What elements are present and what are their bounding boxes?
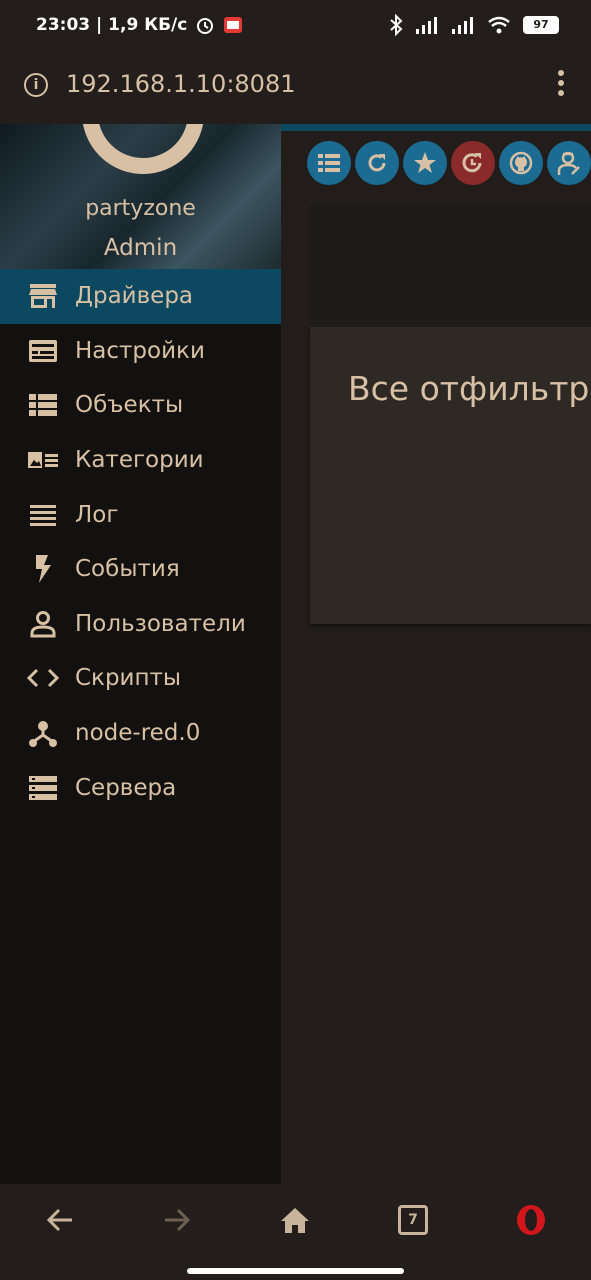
server-icon — [26, 775, 60, 801]
sidebar-item-scripts[interactable]: Скрипты — [0, 651, 281, 706]
person-icon — [26, 610, 60, 638]
sidebar-item-label: node-red.0 — [75, 720, 201, 747]
store-icon — [26, 283, 60, 309]
sidebar-item-label: Скрипты — [75, 665, 182, 692]
browser-url-bar: i 192.168.1.10:8081 — [0, 52, 591, 124]
sidebar-item-node-red[interactable]: node-red.0 — [0, 706, 281, 761]
expert-user-icon — [557, 151, 580, 175]
list-icon — [26, 392, 60, 418]
sidebar-item-events[interactable]: События — [0, 542, 281, 597]
sidebar-item-label: Драйвера — [75, 283, 194, 310]
content-header-area — [309, 204, 591, 324]
github-icon — [509, 151, 533, 175]
main-content: Все отфильтро — [281, 124, 591, 1184]
signal-icon — [416, 17, 437, 34]
code-icon — [26, 665, 60, 691]
sidebar: partyzone Admin Драйвера Настройки Объек… — [0, 124, 281, 1184]
opera-logo-icon — [517, 1205, 545, 1235]
profile-role: Admin — [103, 235, 178, 261]
status-bar: 23:03 | 1,9 КБ/с 97 — [0, 0, 591, 52]
profile-name: partyzone — [85, 196, 196, 221]
log-lines-icon — [26, 502, 60, 528]
sidebar-item-label: Лог — [75, 501, 119, 528]
flash-icon — [26, 555, 60, 584]
avatar[interactable] — [82, 124, 204, 174]
sidebar-item-label: Объекты — [75, 392, 184, 419]
list-view-button[interactable] — [307, 141, 351, 185]
bluetooth-icon — [390, 14, 403, 36]
toolbar — [307, 141, 591, 185]
expert-mode-button[interactable] — [547, 141, 591, 185]
tabs-count: 7 — [398, 1205, 428, 1235]
refresh-icon — [368, 154, 386, 172]
sidebar-item-label: Пользователи — [75, 610, 246, 637]
update-history-button[interactable] — [451, 141, 495, 185]
sidebar-item-label: Категории — [75, 447, 204, 474]
gesture-bar[interactable] — [187, 1268, 404, 1274]
tabs-button[interactable]: 7 — [393, 1202, 433, 1238]
sidebar-item-log[interactable]: Лог — [0, 487, 281, 542]
category-card-icon — [26, 447, 60, 473]
url-text[interactable]: 192.168.1.10:8081 — [66, 70, 295, 98]
app-bar-edge — [281, 124, 591, 131]
sidebar-item-servers[interactable]: Сервера — [0, 760, 281, 815]
alarm-icon — [197, 18, 214, 34]
node-tree-icon — [26, 720, 60, 748]
status-left: 23:03 | 1,9 КБ/с — [36, 15, 243, 35]
sidebar-profile-header: partyzone Admin — [0, 124, 281, 269]
browser-menu-icon[interactable] — [557, 70, 565, 100]
sidebar-item-objects[interactable]: Объекты — [0, 378, 281, 433]
back-button[interactable] — [40, 1202, 80, 1238]
github-button[interactable] — [499, 141, 543, 185]
forward-arrow-icon — [165, 1208, 191, 1232]
wifi-icon — [488, 16, 510, 34]
sidebar-item-label: Настройки — [75, 337, 205, 364]
back-arrow-icon — [46, 1208, 72, 1232]
sidebar-item-label: События — [75, 556, 180, 583]
battery-indicator: 97 — [523, 16, 559, 34]
status-right: 97 — [389, 14, 559, 36]
star-icon — [414, 152, 436, 173]
mail-notification-icon — [224, 17, 243, 33]
home-button[interactable] — [275, 1202, 315, 1238]
sidebar-item-label: Сервера — [75, 774, 177, 801]
status-time: 23:03 | 1,9 КБ/с — [36, 15, 188, 35]
empty-filter-card: Все отфильтро — [310, 327, 591, 624]
browser-bottom-nav: 7 — [0, 1184, 591, 1280]
sidebar-item-categories[interactable]: Категории — [0, 433, 281, 488]
favorite-button[interactable] — [403, 141, 447, 185]
home-icon — [281, 1208, 309, 1233]
signal-icon-2 — [452, 17, 473, 34]
sidebar-menu: Драйвера Настройки Объекты Категории Лог… — [0, 269, 281, 815]
update-history-icon — [462, 153, 482, 173]
forward-button[interactable] — [157, 1202, 197, 1238]
sidebar-item-settings[interactable]: Настройки — [0, 324, 281, 379]
settings-input-icon — [26, 338, 60, 364]
refresh-button[interactable] — [355, 141, 399, 185]
list-icon — [318, 154, 340, 172]
card-title: Все отфильтро — [348, 369, 591, 408]
opera-menu-button[interactable] — [511, 1202, 551, 1238]
sidebar-item-drivers[interactable]: Драйвера — [0, 269, 281, 324]
sidebar-item-users[interactable]: Пользователи — [0, 597, 281, 652]
site-info-icon[interactable]: i — [24, 73, 48, 97]
